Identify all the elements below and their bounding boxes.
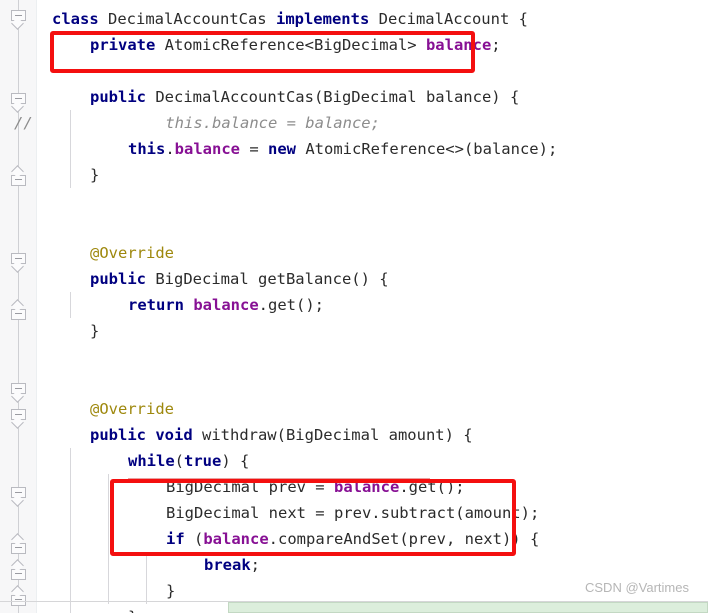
code-token: while: [128, 452, 175, 470]
bottom-tool-panel[interactable]: [228, 602, 708, 613]
code-token: this.balance = balance;: [128, 114, 380, 132]
code-token: @Override: [90, 244, 174, 262]
code-token: }: [90, 166, 100, 184]
code-token: }: [90, 322, 100, 340]
code-token: balance: [174, 140, 240, 158]
code-token: this: [128, 140, 166, 158]
line-while-true: while(true) {: [128, 448, 249, 474]
fold-toggle-icon[interactable]: [11, 383, 26, 403]
indent-guide: [70, 110, 71, 188]
code-token: =: [240, 140, 268, 158]
code-token: (: [174, 452, 185, 470]
indent-guide: [70, 448, 71, 613]
code-token: }: [166, 582, 176, 600]
line-getbalance-sig: public BigDecimal getBalance() {: [90, 266, 389, 292]
code-token: ;: [250, 556, 261, 574]
code-token: public void: [90, 426, 193, 444]
line-class-decl: class DecimalAccountCas implements Decim…: [52, 6, 528, 32]
line-commented-assign: this.balance = balance;: [128, 110, 380, 136]
line-constructor: public DecimalAccountCas(BigDecimal bala…: [90, 84, 519, 110]
code-token: public: [90, 88, 146, 106]
fold-toggle-icon[interactable]: [11, 487, 26, 507]
code-token: ) {: [221, 452, 250, 470]
code-token: DecimalAccountCas(BigDecimal balance) {: [146, 88, 520, 106]
comment-marker: //: [14, 114, 33, 132]
indent-guide: [108, 474, 109, 604]
line-return-balance: return balance.get();: [128, 292, 324, 318]
line-close-constructor: }: [90, 162, 99, 188]
code-token: @Override: [90, 400, 174, 418]
code-token: class: [52, 10, 99, 28]
code-token: DecimalAccountCas: [98, 10, 276, 28]
code-token: .: [165, 140, 175, 158]
line-close-getbalance: }: [90, 318, 99, 344]
line-close-while: }: [128, 604, 137, 613]
indent-guide: [70, 292, 71, 318]
code-token: new: [268, 140, 296, 158]
line-withdraw-sig: public void withdraw(BigDecimal amount) …: [90, 422, 473, 448]
code-token: }: [128, 608, 137, 613]
code-token: AtomicReference<>(balance);: [296, 140, 558, 158]
code-token: DecimalAccount {: [369, 10, 528, 28]
code-token: true: [184, 452, 222, 470]
editor-gutter: [0, 0, 37, 613]
code-token: return: [128, 296, 184, 314]
code-token: public: [90, 270, 146, 288]
csdn-watermark: CSDN @Vartimes: [585, 580, 689, 595]
line-override-2: @Override: [90, 396, 174, 422]
code-editor-screenshot: class DecimalAccountCas implements Decim…: [0, 0, 708, 613]
code-token: balance: [193, 296, 259, 314]
code-token: break: [204, 556, 251, 574]
highlight-field-declaration: [50, 31, 475, 73]
fold-toggle-icon[interactable]: [11, 533, 26, 554]
fold-toggle-icon[interactable]: [11, 299, 26, 320]
code-token: implements: [275, 10, 370, 28]
code-token: withdraw(BigDecimal amount) {: [192, 426, 473, 444]
fold-toggle-icon[interactable]: [11, 10, 26, 30]
fold-toggle-icon[interactable]: [11, 585, 26, 606]
fold-toggle-icon[interactable]: [11, 253, 26, 273]
fold-toggle-icon[interactable]: [11, 409, 26, 429]
code-token: .get();: [258, 296, 324, 314]
line-assign-atomic: this.balance = new AtomicReference<>(bal…: [128, 136, 557, 162]
code-token: BigDecimal getBalance() {: [146, 270, 389, 288]
fold-toggle-icon[interactable]: [11, 93, 26, 113]
line-override-1: @Override: [90, 240, 174, 266]
fold-toggle-icon[interactable]: [11, 165, 26, 186]
indent-guide: [146, 552, 147, 604]
fold-toggle-icon[interactable]: [11, 559, 26, 580]
code-token: ;: [491, 36, 501, 54]
highlight-cas-block: [110, 479, 516, 556]
